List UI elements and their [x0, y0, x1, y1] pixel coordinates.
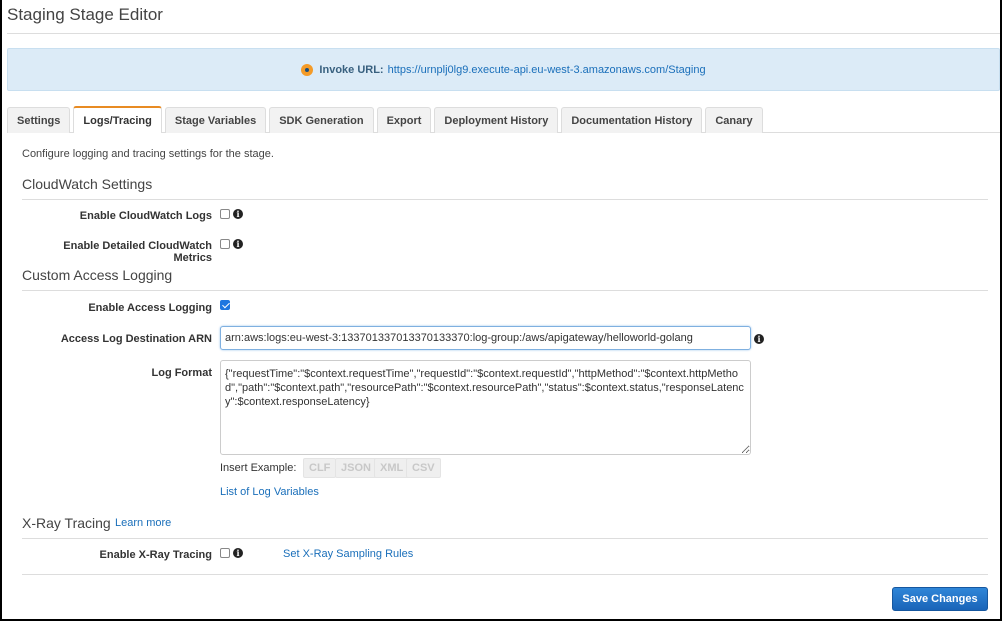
- tab-deployment-history[interactable]: Deployment History: [434, 107, 559, 133]
- invoke-url-banner: Invoke URL: https://urnplj0lg9.execute-a…: [7, 48, 1000, 91]
- tab-canary[interactable]: Canary: [705, 107, 763, 133]
- xray-section-title: X-Ray Tracing: [22, 515, 111, 531]
- insert-clf-button[interactable]: CLF: [303, 458, 337, 478]
- section-divider: [22, 290, 988, 291]
- invoke-url-label: Invoke URL:: [319, 63, 384, 76]
- list-of-log-variables-link[interactable]: List of Log Variables: [220, 486, 319, 498]
- insert-csv-button[interactable]: CSV: [406, 458, 441, 478]
- invoke-url-link[interactable]: https://urnplj0lg9.execute-api.eu-west-3…: [388, 64, 706, 76]
- insert-xml-button[interactable]: XML: [374, 458, 410, 478]
- tab-logs-tracing[interactable]: Logs/Tracing: [73, 106, 162, 133]
- enable-xray-label: Enable X-Ray Tracing: [99, 549, 212, 561]
- log-format-label: Log Format: [151, 367, 213, 379]
- access-log-arn-input[interactable]: [220, 326, 751, 350]
- title-divider: [7, 33, 1000, 34]
- panel-description: Configure logging and tracing settings f…: [22, 148, 274, 160]
- xray-sampling-rules-link[interactable]: Set X-Ray Sampling Rules: [283, 548, 413, 560]
- log-format-textarea[interactable]: {"requestTime":"$context.requestTime","r…: [220, 360, 751, 455]
- page-title: Staging Stage Editor: [7, 5, 163, 24]
- save-changes-button[interactable]: Save Changes: [892, 587, 988, 611]
- enable-cloudwatch-logs-checkbox[interactable]: [220, 209, 230, 219]
- stage-tabs: Settings Logs/Tracing Stage Variables SD…: [7, 106, 1000, 133]
- section-divider: [22, 199, 988, 200]
- enable-access-logging-label: Enable Access Logging: [88, 302, 212, 314]
- tab-settings[interactable]: Settings: [7, 107, 71, 133]
- access-log-arn-label: Access Log Destination ARN: [60, 333, 212, 345]
- section-divider: [22, 538, 988, 539]
- insert-example-label: Insert Example:: [220, 462, 297, 474]
- enable-detailed-metrics-checkbox[interactable]: [220, 239, 230, 249]
- tab-stage-variables[interactable]: Stage Variables: [164, 107, 267, 133]
- tab-export[interactable]: Export: [376, 107, 432, 133]
- enable-xray-checkbox[interactable]: [220, 548, 230, 558]
- xray-learn-more-link[interactable]: Learn more: [115, 517, 171, 529]
- info-icon[interactable]: i: [233, 548, 243, 558]
- enable-cloudwatch-logs-label: Enable CloudWatch Logs: [79, 210, 212, 222]
- tab-documentation-history[interactable]: Documentation History: [561, 107, 703, 133]
- info-icon[interactable]: i: [233, 239, 243, 249]
- enable-access-logging-checkbox[interactable]: [220, 300, 230, 310]
- enable-detailed-metrics-label: Enable Detailed CloudWatch Metrics: [63, 240, 212, 264]
- info-icon[interactable]: i: [233, 209, 243, 219]
- tab-sdk-generation[interactable]: SDK Generation: [269, 107, 374, 133]
- access-logging-section-title: Custom Access Logging: [22, 267, 173, 283]
- info-icon[interactable]: i: [754, 334, 764, 344]
- insert-json-button[interactable]: JSON: [335, 458, 377, 478]
- invoke-status-icon: [301, 63, 314, 76]
- cloudwatch-section-title: CloudWatch Settings: [22, 176, 153, 192]
- footer-divider: [22, 574, 988, 575]
